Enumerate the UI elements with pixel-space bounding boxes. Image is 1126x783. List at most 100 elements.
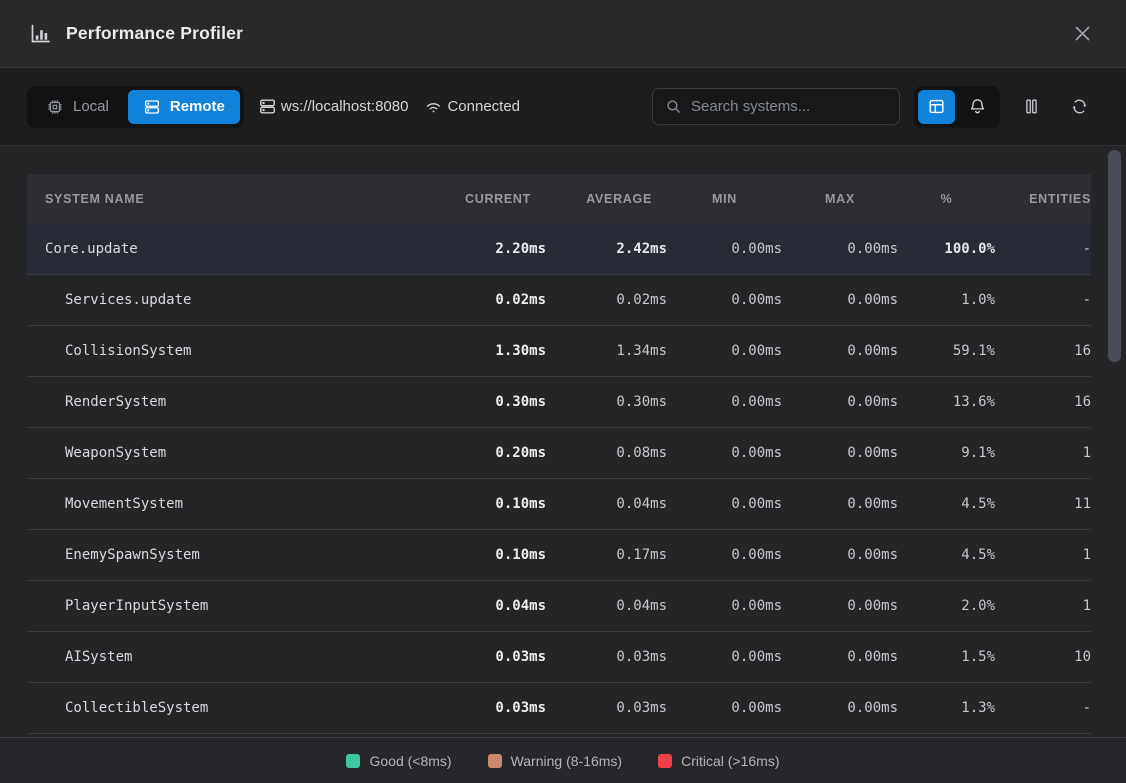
percent-value: 100.0% bbox=[898, 241, 995, 257]
table-row[interactable]: AISystem 0.03ms 0.03ms 0.00ms 0.00ms 1.5… bbox=[27, 632, 1091, 683]
cpu-icon bbox=[46, 98, 64, 116]
page-title: Performance Profiler bbox=[66, 23, 243, 44]
close-button[interactable] bbox=[1068, 20, 1096, 48]
system-name: CollectibleSystem bbox=[27, 700, 426, 716]
min-value: 0.00ms bbox=[667, 343, 782, 359]
percent-value: 59.1% bbox=[898, 343, 995, 359]
min-value: 0.00ms bbox=[667, 700, 782, 716]
profiler-content: SYSTEM NAME CURRENT AVERAGE MIN MAX % EN… bbox=[0, 146, 1126, 737]
bell-icon bbox=[968, 97, 987, 116]
alerts-button[interactable] bbox=[959, 90, 996, 124]
min-value: 0.00ms bbox=[667, 496, 782, 512]
percent-value: 1.0% bbox=[898, 292, 995, 308]
percent-value: 4.5% bbox=[898, 547, 995, 563]
column-header-min[interactable]: MIN bbox=[667, 192, 782, 206]
entities-value: - bbox=[995, 292, 1091, 308]
max-value: 0.00ms bbox=[782, 598, 898, 614]
min-value: 0.00ms bbox=[667, 598, 782, 614]
legend-label: Warning (8-16ms) bbox=[511, 753, 623, 769]
column-header-system-name[interactable]: SYSTEM NAME bbox=[27, 192, 426, 206]
table-row[interactable]: MovementSystem 0.10ms 0.04ms 0.00ms 0.00… bbox=[27, 479, 1091, 530]
local-mode-button[interactable]: Local bbox=[31, 90, 124, 124]
average-value: 0.04ms bbox=[546, 496, 667, 512]
system-name: EnemySpawnSystem bbox=[27, 547, 426, 563]
current-value: 0.10ms bbox=[426, 547, 546, 563]
legend-swatch-icon bbox=[658, 754, 672, 768]
entities-value: 16 bbox=[995, 343, 1091, 359]
percent-value: 9.1% bbox=[898, 445, 995, 461]
max-value: 0.00ms bbox=[782, 343, 898, 359]
column-header-entities[interactable]: ENTITIES bbox=[995, 192, 1091, 206]
table-header: SYSTEM NAME CURRENT AVERAGE MIN MAX % EN… bbox=[27, 174, 1091, 224]
average-value: 0.08ms bbox=[546, 445, 667, 461]
server-icon bbox=[258, 97, 277, 116]
performance-profiler-window: Performance Profiler Local bbox=[0, 0, 1126, 783]
legend-item: Critical (>16ms) bbox=[658, 753, 779, 769]
table-row[interactable]: WeaponSystem 0.20ms 0.08ms 0.00ms 0.00ms… bbox=[27, 428, 1091, 479]
system-name: WeaponSystem bbox=[27, 445, 426, 461]
search-box bbox=[652, 88, 900, 125]
column-header-percent[interactable]: % bbox=[898, 192, 995, 206]
max-value: 0.00ms bbox=[782, 445, 898, 461]
column-header-max[interactable]: MAX bbox=[782, 192, 898, 206]
min-value: 0.00ms bbox=[667, 547, 782, 563]
title-bar: Performance Profiler bbox=[0, 0, 1126, 68]
min-value: 0.00ms bbox=[667, 394, 782, 410]
min-value: 0.00ms bbox=[667, 292, 782, 308]
percent-value: 2.0% bbox=[898, 598, 995, 614]
table-row[interactable]: RenderSystem 0.30ms 0.30ms 0.00ms 0.00ms… bbox=[27, 377, 1091, 428]
connection-status: Connected bbox=[447, 98, 520, 115]
system-name: Services.update bbox=[27, 292, 426, 308]
current-value: 1.30ms bbox=[426, 343, 546, 359]
table-row[interactable]: Core.update 2.20ms 2.42ms 0.00ms 0.00ms … bbox=[27, 224, 1091, 275]
average-value: 2.42ms bbox=[546, 241, 667, 257]
percent-value: 1.3% bbox=[898, 700, 995, 716]
table-row[interactable]: Services.update 0.02ms 0.02ms 0.00ms 0.0… bbox=[27, 275, 1091, 326]
table-view-button[interactable] bbox=[918, 90, 955, 124]
min-value: 0.00ms bbox=[667, 241, 782, 257]
current-value: 0.30ms bbox=[426, 394, 546, 410]
table-row[interactable]: EnemySpawnSystem 0.10ms 0.17ms 0.00ms 0.… bbox=[27, 530, 1091, 581]
entities-value: 1 bbox=[995, 445, 1091, 461]
remote-mode-label: Remote bbox=[170, 98, 225, 115]
connection-url: ws://localhost:8080 bbox=[281, 98, 409, 115]
wifi-icon bbox=[424, 97, 443, 116]
search-input[interactable] bbox=[691, 98, 890, 115]
vertical-scrollbar[interactable] bbox=[1108, 150, 1121, 362]
current-value: 0.20ms bbox=[426, 445, 546, 461]
current-value: 0.03ms bbox=[426, 700, 546, 716]
system-name: Core.update bbox=[27, 241, 426, 257]
legend-item: Good (<8ms) bbox=[346, 753, 451, 769]
system-name: RenderSystem bbox=[27, 394, 426, 410]
current-value: 0.04ms bbox=[426, 598, 546, 614]
column-header-current[interactable]: CURRENT bbox=[426, 192, 546, 206]
max-value: 0.00ms bbox=[782, 496, 898, 512]
max-value: 0.00ms bbox=[782, 241, 898, 257]
table-grid-icon bbox=[927, 97, 946, 116]
entities-value: 10 bbox=[995, 649, 1091, 665]
column-header-average[interactable]: AVERAGE bbox=[546, 192, 667, 206]
entities-value: 1 bbox=[995, 547, 1091, 563]
average-value: 0.02ms bbox=[546, 292, 667, 308]
connection-info: ws://localhost:8080 Connected bbox=[258, 97, 520, 116]
remote-mode-button[interactable]: Remote bbox=[128, 90, 240, 124]
refresh-button[interactable] bbox=[1062, 90, 1096, 124]
mode-toggle: Local Remote bbox=[27, 86, 244, 128]
table-row[interactable]: CollectibleSystem 0.03ms 0.03ms 0.00ms 0… bbox=[27, 683, 1091, 734]
percent-value: 1.5% bbox=[898, 649, 995, 665]
average-value: 1.34ms bbox=[546, 343, 667, 359]
legend-label: Critical (>16ms) bbox=[681, 753, 779, 769]
average-value: 0.17ms bbox=[546, 547, 667, 563]
pause-button[interactable] bbox=[1014, 90, 1048, 124]
current-value: 0.03ms bbox=[426, 649, 546, 665]
table-row[interactable]: PlayerInputSystem 0.04ms 0.04ms 0.00ms 0… bbox=[27, 581, 1091, 632]
entities-value: 16 bbox=[995, 394, 1091, 410]
search-icon bbox=[665, 98, 682, 115]
legend-swatch-icon bbox=[488, 754, 502, 768]
entities-value: 1 bbox=[995, 598, 1091, 614]
table-row[interactable]: CollisionSystem 1.30ms 1.34ms 0.00ms 0.0… bbox=[27, 326, 1091, 377]
system-name: AISystem bbox=[27, 649, 426, 665]
percent-value: 4.5% bbox=[898, 496, 995, 512]
percent-value: 13.6% bbox=[898, 394, 995, 410]
legend-label: Good (<8ms) bbox=[369, 753, 451, 769]
